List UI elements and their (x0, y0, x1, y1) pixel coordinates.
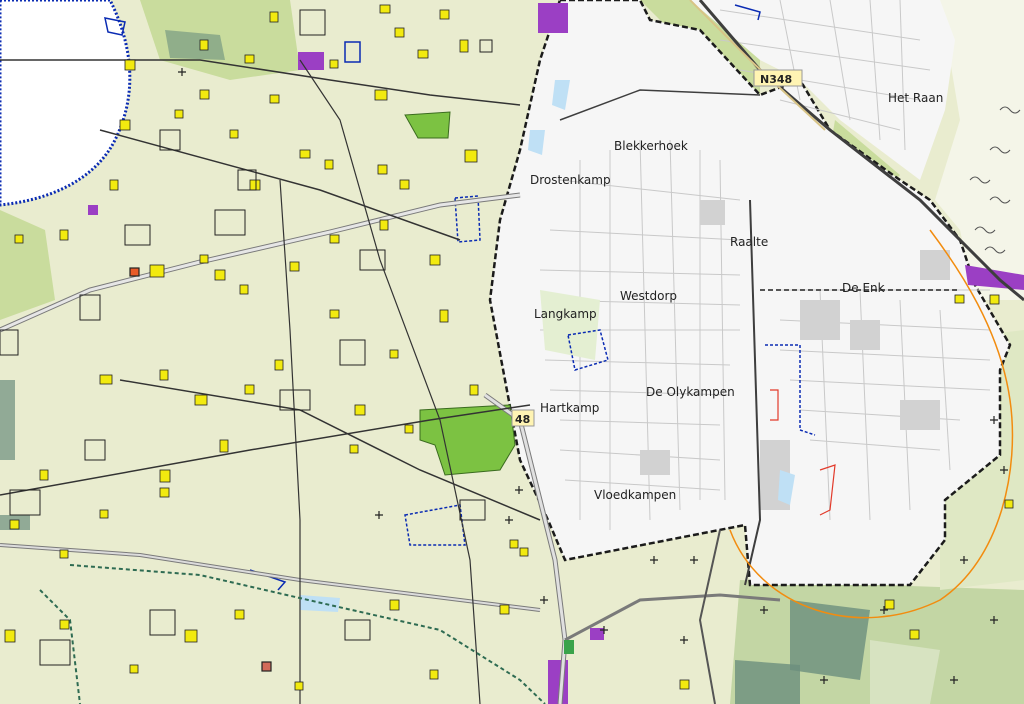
label-het-raan: Het Raan (888, 91, 943, 105)
label-raalte: Raalte (730, 235, 768, 249)
label-vloedkampen: Vloedkampen (594, 488, 676, 502)
map-canvas[interactable]: Het Raan Blekkerhoek Drostenkamp Raalte … (0, 0, 1024, 704)
label-de-enk: De Enk (842, 281, 885, 295)
label-langkamp: Langkamp (534, 307, 597, 321)
label-drostenkamp: Drostenkamp (530, 173, 611, 187)
label-blekkerhoek: Blekkerhoek (614, 139, 688, 153)
label-hartkamp: Hartkamp (540, 401, 599, 415)
label-westdorp: Westdorp (620, 289, 677, 303)
road-shield-48: 48 (515, 413, 530, 426)
road-shield-n348: N348 (760, 73, 792, 86)
label-de-olykampen: De Olykampen (646, 385, 735, 399)
green-marker (564, 640, 574, 654)
